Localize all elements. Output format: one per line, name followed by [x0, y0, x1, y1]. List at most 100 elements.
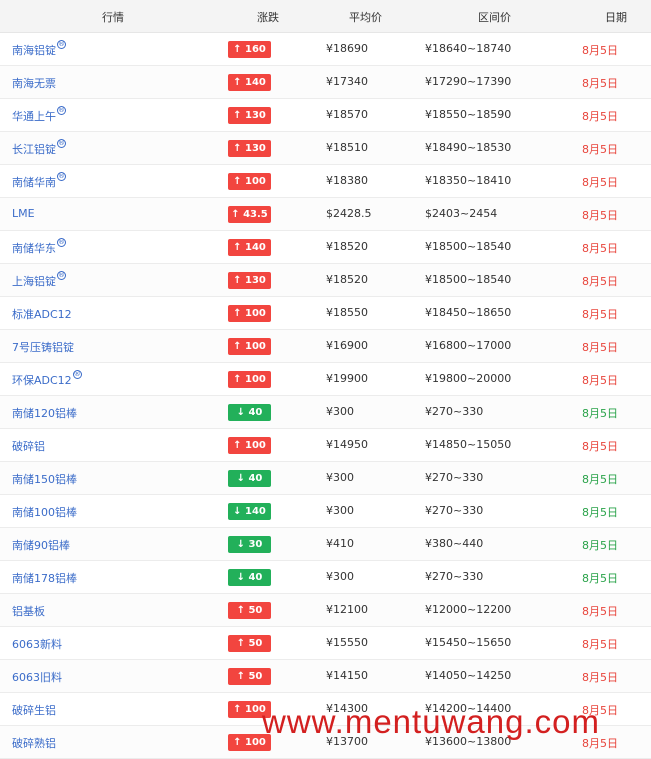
market-name-link[interactable]: 标准ADC12 [12, 306, 72, 322]
table-row: 南海无票 ↑ 140 ¥17340 ¥17290~17390 8月5日 [0, 66, 651, 99]
price-range: ¥15450~15650 [425, 636, 512, 649]
price-range: ¥14050~14250 [425, 669, 512, 682]
header-market: 行情 [102, 11, 124, 24]
average-price: ¥18520 [326, 240, 368, 253]
table-row: 南储华东 ® ↑ 140 ¥18520 ¥18500~18540 8月5日 [0, 231, 651, 264]
market-name-text: 上海铝锭 [12, 275, 56, 288]
market-name-text: 南储150铝棒 [12, 473, 77, 486]
change-badge-up: ↑ 160 [228, 41, 271, 58]
market-name-link[interactable]: 南储90铝棒 [12, 537, 70, 553]
average-price: ¥18570 [326, 108, 368, 121]
market-name-link[interactable]: 南海无票 [12, 75, 56, 91]
average-price: ¥300 [326, 504, 354, 517]
quote-date: 8月5日 [582, 440, 618, 453]
table-row: 南储华南 ® ↑ 100 ¥18380 ¥18350~18410 8月5日 [0, 165, 651, 198]
market-name-link[interactable]: 长江铝锭 ® [12, 139, 66, 157]
market-name-link[interactable]: 上海铝锭 ® [12, 271, 66, 289]
quote-date: 8月5日 [582, 374, 618, 387]
market-name-link[interactable]: 南储华南 ® [12, 172, 66, 190]
quote-date: 8月5日 [582, 638, 618, 651]
market-name-link[interactable]: 南海铝锭 ® [12, 40, 66, 58]
change-badge-up: ↑ 130 [228, 140, 271, 157]
market-name-text: 南储120铝棒 [12, 407, 77, 420]
market-name-text: 铝基板 [12, 605, 45, 618]
average-price: ¥18690 [326, 42, 368, 55]
quote-date: 8月5日 [582, 704, 618, 717]
change-badge-up: ↑ 130 [228, 107, 271, 124]
average-price: ¥300 [326, 405, 354, 418]
table-row: 6063旧料 ↑ 50 ¥14150 ¥14050~14250 8月5日 [0, 660, 651, 693]
market-name-text: 南海无票 [12, 77, 56, 90]
average-price: ¥16900 [326, 339, 368, 352]
table-row: 南海铝锭 ® ↑ 160 ¥18690 ¥18640~18740 8月5日 [0, 33, 651, 66]
change-badge-up: ↑ 50 [228, 602, 271, 619]
market-name-link[interactable]: 破碎熟铝 [12, 735, 56, 751]
market-name-link[interactable]: 南储120铝棒 [12, 405, 77, 421]
quote-date: 8月5日 [582, 176, 618, 189]
registered-mark-icon: ® [57, 238, 66, 247]
market-name-link[interactable]: 南储178铝棒 [12, 570, 77, 586]
market-name-link[interactable]: 6063旧料 [12, 669, 62, 685]
table-row: 破碎熟铝 ↑ 100 ¥13700 ¥13600~13800 8月5日 [0, 726, 651, 759]
market-name-link[interactable]: 南储华东 ® [12, 238, 66, 256]
registered-mark-icon: ® [57, 139, 66, 148]
change-badge-down: ↓ 40 [228, 470, 271, 487]
registered-mark-icon: ® [57, 40, 66, 49]
change-badge-up: ↑ 140 [228, 74, 271, 91]
change-badge-up: ↑ 100 [228, 734, 271, 751]
quote-date: 8月5日 [582, 209, 618, 222]
average-price: ¥18380 [326, 174, 368, 187]
table-row: 长江铝锭 ® ↑ 130 ¥18510 ¥18490~18530 8月5日 [0, 132, 651, 165]
price-range: ¥12000~12200 [425, 603, 512, 616]
price-range: ¥16800~17000 [425, 339, 512, 352]
table-row: 南储100铝棒 ↓ 140 ¥300 ¥270~330 8月5日 [0, 495, 651, 528]
market-name-link[interactable]: 南储100铝棒 [12, 504, 77, 520]
market-name-text: LME [12, 207, 35, 220]
quote-date: 8月5日 [582, 506, 618, 519]
price-range: ¥18500~18540 [425, 273, 512, 286]
market-name-link[interactable]: 环保ADC12 ® [12, 370, 82, 388]
change-badge-down: ↓ 40 [228, 404, 271, 421]
table-row: 破碎生铝 ↑ 100 ¥14300 ¥14200~14400 8月5日 [0, 693, 651, 726]
average-price: $2428.5 [326, 207, 372, 220]
market-name-link[interactable]: 破碎铝 [12, 438, 45, 454]
average-price: ¥14300 [326, 702, 368, 715]
change-badge-up: ↑ 130 [228, 272, 271, 289]
market-name-link[interactable]: 南储150铝棒 [12, 471, 77, 487]
market-name-link[interactable]: 华通上午 ® [12, 106, 66, 124]
price-range: ¥14850~15050 [425, 438, 512, 451]
market-name-link[interactable]: 6063新料 [12, 636, 62, 652]
change-badge-up: ↑ 140 [228, 239, 271, 256]
price-range: ¥270~330 [425, 471, 484, 484]
price-range: ¥270~330 [425, 504, 484, 517]
price-range: ¥17290~17390 [425, 75, 512, 88]
header-range-price: 区间价 [478, 11, 511, 24]
table-row: LME ↑ 43.5 $2428.5 $2403~2454 8月5日 [0, 198, 651, 231]
market-name-link[interactable]: LME [12, 207, 35, 220]
change-badge-up: ↑ 100 [228, 701, 271, 718]
price-range: ¥270~330 [425, 570, 484, 583]
quote-date: 8月5日 [582, 308, 618, 321]
market-name-link[interactable]: 破碎生铝 [12, 702, 56, 718]
price-range: $2403~2454 [425, 207, 498, 220]
market-name-text: 南储华东 [12, 242, 56, 255]
market-name-text: 长江铝锭 [12, 143, 56, 156]
average-price: ¥15550 [326, 636, 368, 649]
market-name-text: 标准ADC12 [12, 308, 72, 321]
registered-mark-icon: ® [57, 172, 66, 181]
market-name-link[interactable]: 7号压铸铝锭 [12, 339, 74, 355]
quote-date: 8月5日 [582, 44, 618, 57]
change-badge-down: ↓ 40 [228, 569, 271, 586]
average-price: ¥12100 [326, 603, 368, 616]
table-row: 7号压铸铝锭 ↑ 100 ¥16900 ¥16800~17000 8月5日 [0, 330, 651, 363]
quote-date: 8月5日 [582, 572, 618, 585]
price-range: ¥19800~20000 [425, 372, 512, 385]
market-name-link[interactable]: 铝基板 [12, 603, 45, 619]
market-name-text: 华通上午 [12, 110, 56, 123]
table-row: 标准ADC12 ↑ 100 ¥18550 ¥18450~18650 8月5日 [0, 297, 651, 330]
header-change: 涨跌 [257, 11, 279, 24]
average-price: ¥300 [326, 471, 354, 484]
table-row: 华通上午 ® ↑ 130 ¥18570 ¥18550~18590 8月5日 [0, 99, 651, 132]
change-badge-down: ↓ 30 [228, 536, 271, 553]
average-price: ¥14150 [326, 669, 368, 682]
